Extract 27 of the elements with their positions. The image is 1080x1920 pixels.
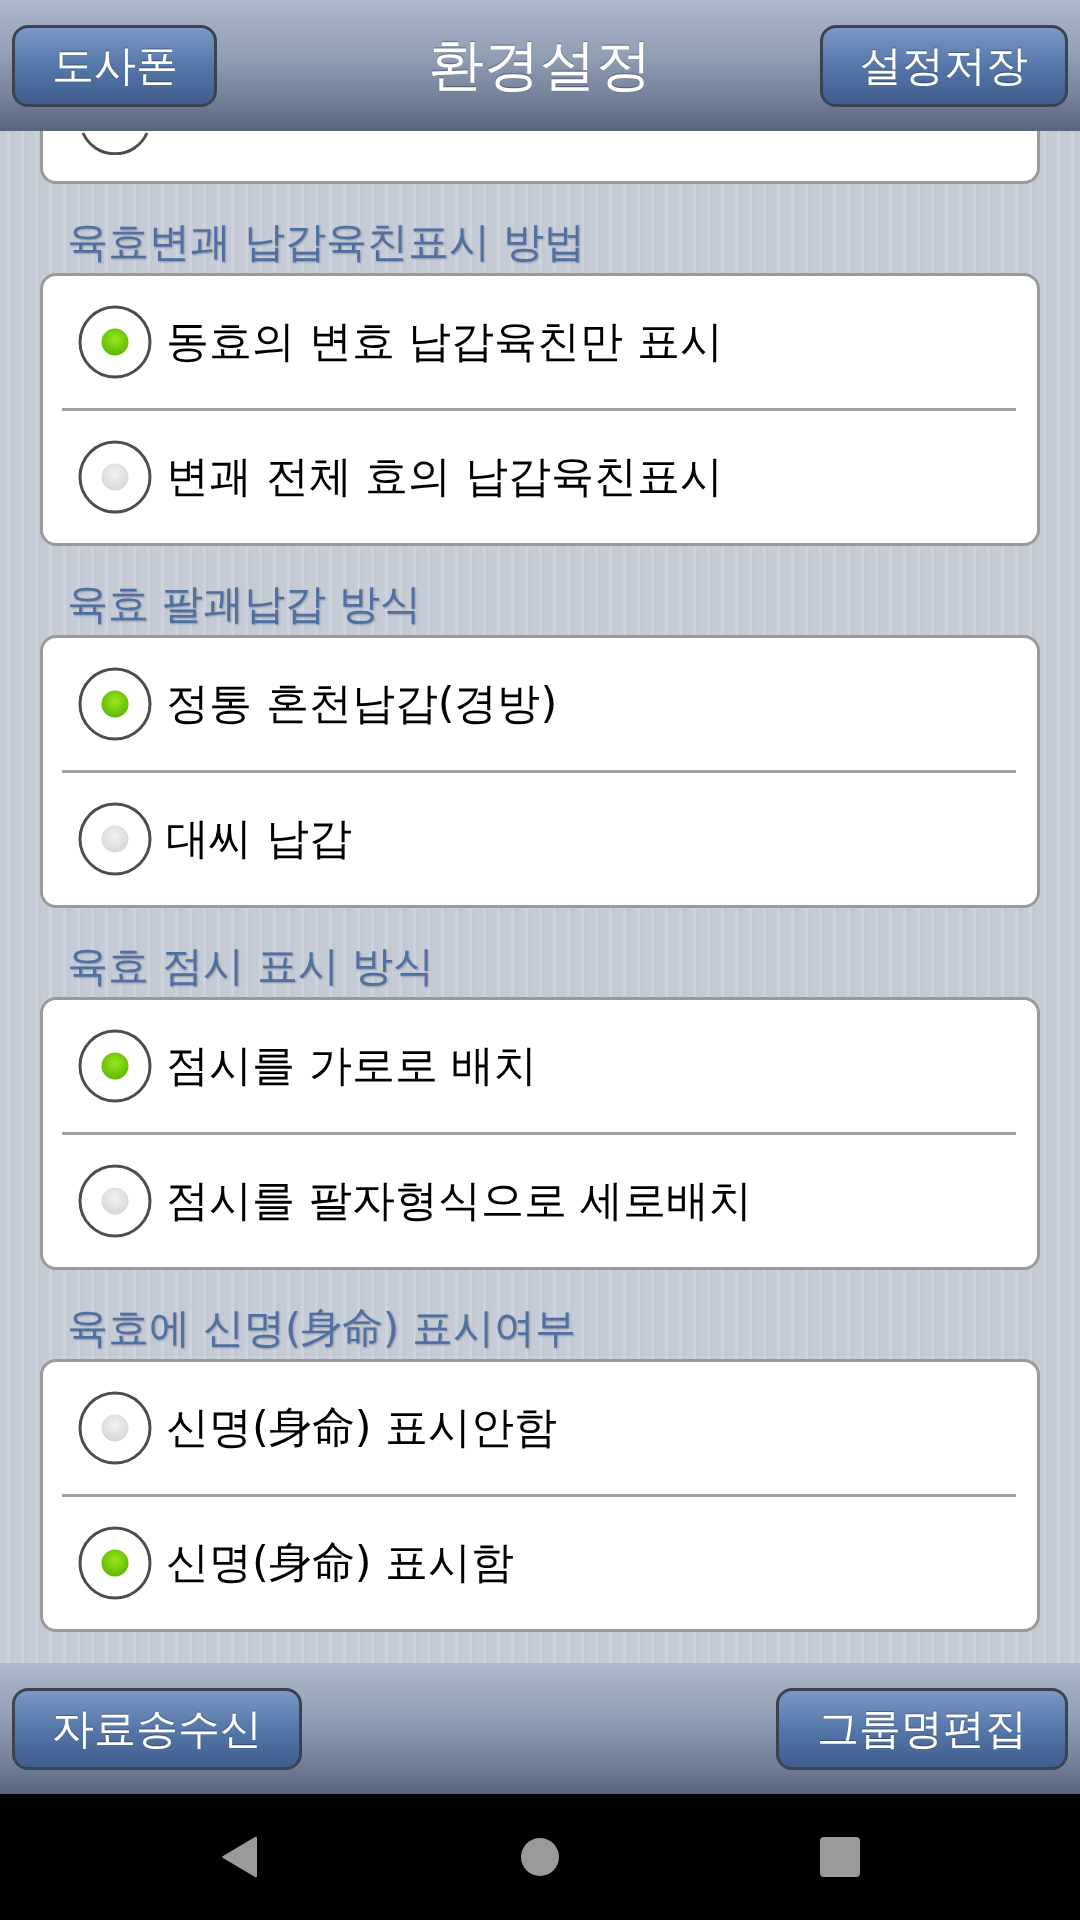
screen-title: 환경설정	[428, 30, 652, 99]
option-label[interactable]: 점시를 가로로 배치	[166, 1037, 538, 1095]
section-title: 육효변괘 납갑육친표시 방법	[67, 217, 586, 267]
option-label[interactable]: 신명(身命) 표시함	[166, 1534, 515, 1592]
radio-button[interactable]	[78, 1526, 152, 1600]
back-icon[interactable]	[221, 1836, 259, 1878]
option-label[interactable]: 대씨 납갑	[166, 810, 352, 868]
home-icon[interactable]	[521, 1838, 559, 1876]
radio-button[interactable]	[78, 440, 152, 514]
data-transfer-button[interactable]: 자료송수신	[12, 1687, 302, 1770]
group-edit-button[interactable]: 그룹명편집	[776, 1687, 1068, 1770]
radio-button[interactable]	[78, 1164, 152, 1238]
option-label[interactable]: 변괘 전체 효의 납갑육친표시	[166, 448, 723, 506]
section-title: 육효 점시 표시 방식	[67, 941, 435, 991]
option-label[interactable]: 동효의 변효 납갑육친만 표시	[166, 313, 723, 371]
option-label[interactable]: 신명(身命) 표시안함	[166, 1399, 558, 1457]
section-title: 육효 팔괘납갑 방식	[67, 579, 422, 629]
radio-button[interactable]	[78, 667, 152, 741]
option-label[interactable]: 정통 혼천납갑(경방)	[166, 675, 558, 733]
option-label[interactable]: 점시를 팔자형식으로 세로배치	[166, 1172, 753, 1230]
save-button[interactable]: 설정저장	[820, 24, 1068, 107]
radio-button[interactable]	[78, 1391, 152, 1465]
radio-button[interactable]	[78, 802, 152, 876]
section-title: 육효에 신명(身命) 표시여부	[67, 1303, 577, 1353]
back-button[interactable]: 도사폰	[12, 24, 217, 107]
radio-button[interactable]	[78, 305, 152, 379]
radio-button[interactable]	[78, 1029, 152, 1103]
